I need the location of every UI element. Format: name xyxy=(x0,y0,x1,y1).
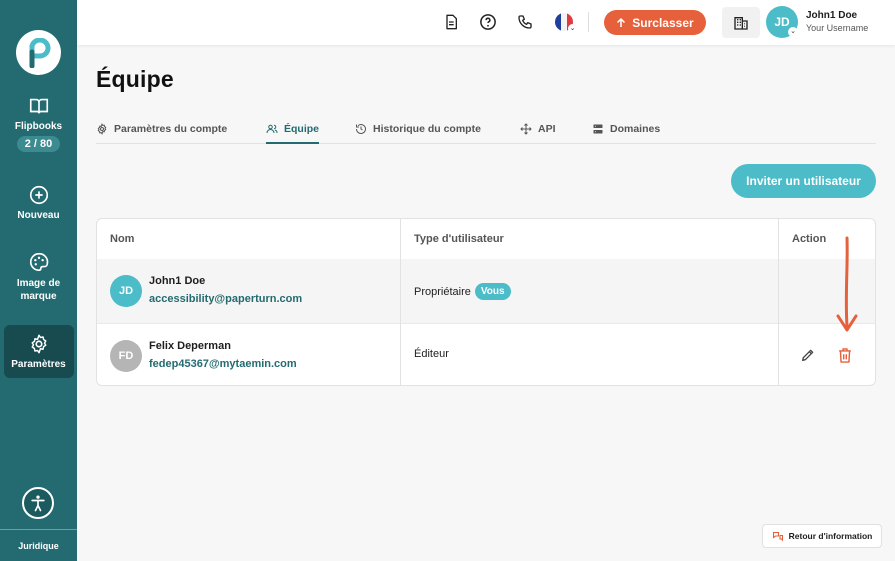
column-header-action: Action xyxy=(792,233,827,245)
sidebar-item-label: Flipbooks xyxy=(14,121,63,132)
table-row: FD Felix Deperman fedep45367@mytaemin.co… xyxy=(97,323,875,385)
accessibility-button[interactable] xyxy=(22,487,54,519)
legal-link[interactable]: Juridique xyxy=(0,541,77,551)
you-badge: Vous xyxy=(474,283,511,300)
gear-icon xyxy=(97,123,107,135)
history-icon xyxy=(356,124,366,134)
document-icon[interactable] xyxy=(441,12,461,32)
flipbook-count-badge: 2 / 80 xyxy=(16,136,61,152)
sidebar-item-settings[interactable]: Paramètres xyxy=(0,333,77,370)
sidebar: Flipbooks 2 / 80 Nouveau Image de marque… xyxy=(0,0,77,561)
avatar: FD xyxy=(110,340,142,372)
palette-icon xyxy=(29,252,48,272)
sidebar-item-label: Image de marque xyxy=(16,278,61,302)
building-icon xyxy=(734,16,748,30)
tab-label: API xyxy=(538,123,556,135)
user-name[interactable]: John1 Doe xyxy=(806,10,857,21)
paperturn-logo[interactable] xyxy=(16,30,61,75)
member-email: fedep45367@mytaemin.com xyxy=(149,358,297,370)
accessibility-icon xyxy=(31,495,45,512)
chevron-down-icon: ⌄ xyxy=(568,24,577,33)
column-divider xyxy=(778,219,779,385)
feedback-label: Retour d'information xyxy=(788,531,873,541)
tab-label: Équipe xyxy=(284,123,320,135)
server-icon xyxy=(593,124,603,134)
chevron-down-icon: ⌄ xyxy=(788,27,798,37)
column-divider xyxy=(400,219,401,385)
sidebar-item-label: Paramètres xyxy=(11,359,66,370)
tab-account-history[interactable]: Historique du compte xyxy=(355,118,481,144)
users-icon xyxy=(266,124,278,134)
member-type: Éditeur xyxy=(414,348,449,360)
invite-user-button[interactable]: Inviter un utilisateur xyxy=(731,164,876,198)
user-type-label: Propriétaire xyxy=(414,285,471,298)
logo-mark-icon xyxy=(29,37,50,68)
top-bar: ⌄ Surclasser JD ⌄ John1 Doe Your Usernam… xyxy=(77,0,895,45)
arrow-up-icon xyxy=(617,17,626,27)
move-icon xyxy=(520,123,532,135)
trash-icon xyxy=(839,347,851,363)
page-title: Équipe xyxy=(96,66,174,92)
tab-label: Paramètres du compte xyxy=(114,123,228,135)
phone-icon[interactable] xyxy=(515,12,535,32)
delete-button[interactable] xyxy=(836,346,854,364)
upgrade-button[interactable]: Surclasser xyxy=(604,10,706,35)
sidebar-item-flipbooks[interactable]: Flipbooks 2 / 80 xyxy=(0,95,77,152)
team-table: Nom Type d'utilisateur Action JD John1 D… xyxy=(96,218,876,386)
table-row: JD John1 Doe accessibility@paperturn.com… xyxy=(97,259,875,323)
tab-api[interactable]: API xyxy=(520,118,556,144)
upgrade-label: Surclasser xyxy=(632,15,694,30)
edit-button[interactable] xyxy=(799,346,817,364)
gear-icon xyxy=(30,334,47,354)
member-type: Propriétaire Vous xyxy=(414,283,511,300)
feedback-icon xyxy=(772,531,783,542)
member-email: accessibility@paperturn.com xyxy=(149,293,303,305)
tab-label: Historique du compte xyxy=(373,123,481,135)
member-name: Felix Deperman xyxy=(149,340,231,352)
pencil-icon xyxy=(802,349,814,361)
tab-domains[interactable]: Domaines xyxy=(592,118,660,144)
column-header-name: Nom xyxy=(110,233,135,245)
sidebar-item-nouveau[interactable]: Nouveau xyxy=(0,184,77,221)
user-type-label: Éditeur xyxy=(414,348,449,360)
column-header-user-type: Type d'utilisateur xyxy=(414,233,504,245)
tab-account-settings[interactable]: Paramètres du compte xyxy=(96,118,227,144)
annotation-arrow-icon xyxy=(836,236,858,332)
organization-button[interactable] xyxy=(722,7,760,38)
user-username: Your Username xyxy=(806,23,869,33)
settings-tabs: Paramètres du compte Équipe Historique d… xyxy=(96,118,876,144)
topbar-divider xyxy=(588,12,589,32)
tab-team[interactable]: Équipe xyxy=(266,118,320,144)
sidebar-divider xyxy=(0,529,77,530)
sidebar-item-brand[interactable]: Image de marque xyxy=(0,251,77,303)
plus-circle-icon xyxy=(29,185,48,205)
member-name: John1 Doe xyxy=(149,275,206,287)
sidebar-item-label: Nouveau xyxy=(17,210,60,221)
avatar: JD xyxy=(110,275,142,307)
help-icon[interactable] xyxy=(478,12,498,32)
feedback-button[interactable]: Retour d'information xyxy=(762,524,882,548)
book-open-icon xyxy=(29,98,48,114)
tab-label: Domaines xyxy=(610,123,661,135)
